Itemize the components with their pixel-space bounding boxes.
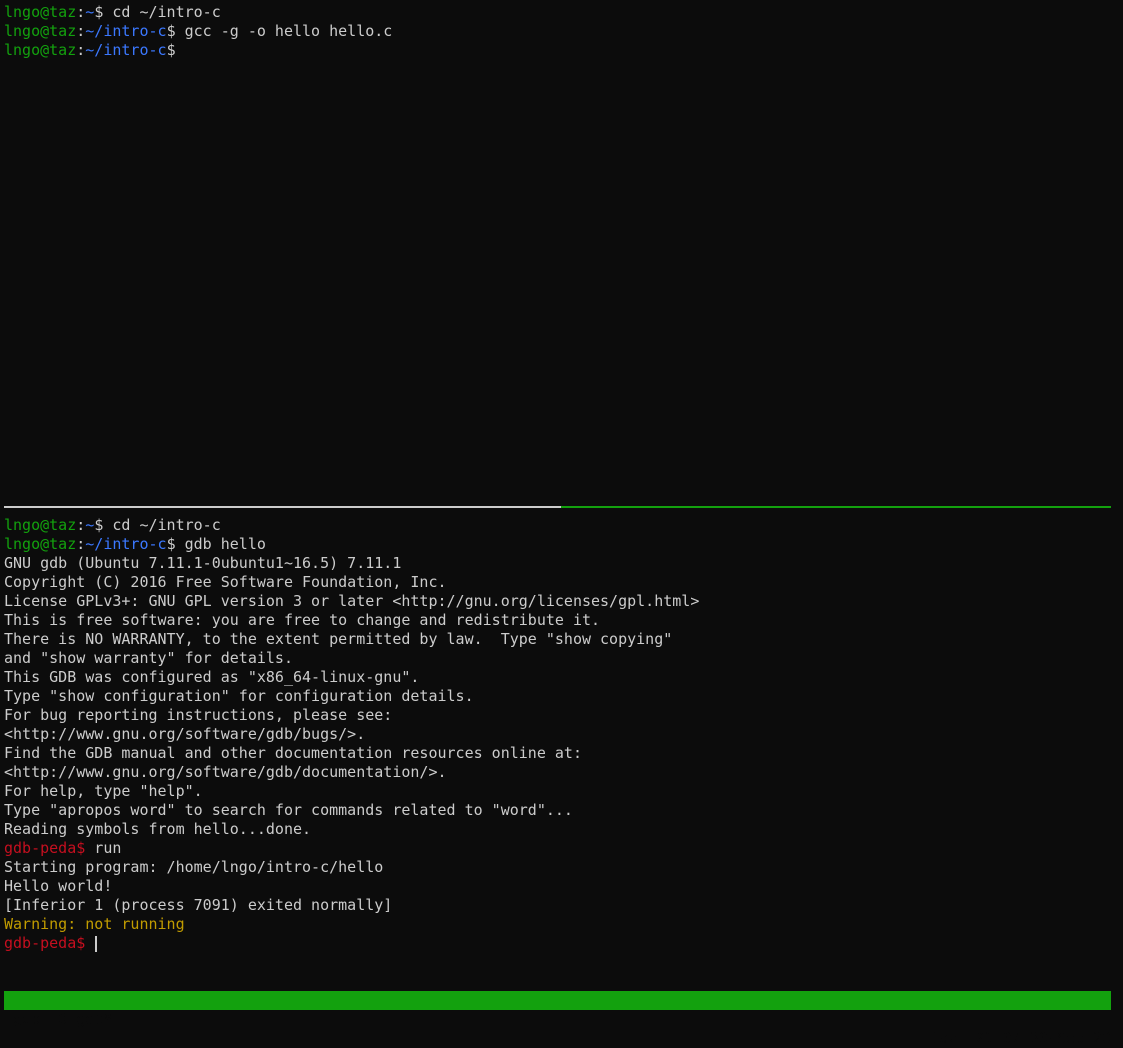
terminal-line: Find the GDB manual and other documentat… (4, 744, 1111, 763)
terminal-text-segment: Find the GDB manual and other documentat… (4, 744, 582, 762)
terminal-text-segment: ~/intro-c (85, 41, 167, 59)
terminal-text-segment: $ gdb hello (166, 535, 266, 553)
terminal-text-segment: lngo@taz (4, 535, 77, 553)
terminal-line: lngo@taz:~$ cd ~/intro-c (4, 3, 1111, 22)
terminal-text-segment: Copyright (C) 2016 Free Software Foundat… (4, 573, 447, 591)
terminal-text-segment: ~ (85, 3, 95, 21)
terminal-text-segment: Reading symbols from hello...done. (4, 820, 312, 838)
terminal-text-segment: Type "apropos word" to search for comman… (4, 801, 573, 819)
terminal-line: <http://www.gnu.org/software/gdb/documen… (4, 763, 1111, 782)
terminal-text-segment: : (76, 3, 86, 21)
terminal-text-segment: gdb-peda$ (4, 934, 86, 952)
terminal-text-segment: : (76, 535, 86, 553)
terminal-text-segment: : (76, 516, 86, 534)
terminal-line: gdb-peda$ (4, 934, 1111, 953)
terminal-text-segment: ~/intro-c (85, 22, 167, 40)
terminal-line: Type "show configuration" for configurat… (4, 687, 1111, 706)
terminal-text-segment: Hello world! (4, 877, 113, 895)
terminal-text-segment: <http://www.gnu.org/software/gdb/bugs/>. (4, 725, 366, 743)
terminal-text-segment: and "show warranty" for details. (4, 649, 293, 667)
tmux-status-bar: [gdb] 0:gdb* "taz" 21:07 30-Sep-20 (4, 991, 1111, 1047)
terminal-text-segment: lngo@taz (4, 22, 77, 40)
terminal-text-segment: : (76, 41, 86, 59)
terminal-line: GNU gdb (Ubuntu 7.11.1-0ubuntu1~16.5) 7.… (4, 554, 1111, 573)
terminal-line: This GDB was configured as "x86_64-linux… (4, 668, 1111, 687)
terminal-line: Hello world! (4, 877, 1111, 896)
terminal-line: <http://www.gnu.org/software/gdb/bugs/>. (4, 725, 1111, 744)
terminal-text-segment: $ (166, 41, 176, 59)
bottom-terminal-pane[interactable]: lngo@taz:~$ cd ~/intro-c lngo@taz:~/intro… (4, 516, 1111, 986)
terminal-text-segment: ~/intro-c (85, 535, 167, 553)
terminal-line: lngo@taz:~$ cd ~/intro-c (4, 516, 1111, 535)
text-cursor (95, 935, 98, 952)
terminal-text-segment: lngo@taz (4, 3, 77, 21)
terminal-line: [Inferior 1 (process 7091) exited normal… (4, 896, 1111, 915)
terminal-text-segment: run (85, 839, 122, 857)
terminal-text-segment: There is NO WARRANTY, to the extent perm… (4, 630, 673, 648)
terminal-line: lngo@taz:~/intro-c$ gcc -g -o hello hell… (4, 22, 1111, 41)
terminal-text-segment: $ gcc -g -o hello hello.c (166, 22, 393, 40)
status-host-clock: "taz" 21:07 30-Sep-20 (921, 1029, 1111, 1047)
terminal-line: Reading symbols from hello...done. (4, 820, 1111, 839)
terminal-text-segment: $ cd ~/intro-c (94, 516, 221, 534)
terminal-text-segment: Warning: not running (4, 915, 185, 933)
terminal-line: For bug reporting instructions, please s… (4, 706, 1111, 725)
terminal-line: For help, type "help". (4, 782, 1111, 801)
terminal-line: lngo@taz:~/intro-c$ (4, 41, 1111, 60)
terminal-text-segment: lngo@taz (4, 516, 77, 534)
terminal-line: Type "apropos word" to search for comman… (4, 801, 1111, 820)
terminal-text-segment: ~ (85, 516, 95, 534)
terminal-text-segment: Starting program: /home/lngo/intro-c/hel… (4, 858, 384, 876)
terminal-text-segment: <http://www.gnu.org/software/gdb/documen… (4, 763, 447, 781)
terminal-text-segment: : (76, 22, 86, 40)
terminal-line: License GPLv3+: GNU GPL version 3 or lat… (4, 592, 1111, 611)
terminal-text-segment: For bug reporting instructions, please s… (4, 706, 393, 724)
terminal-line: This is free software: you are free to c… (4, 611, 1111, 630)
pane-divider-inactive[interactable] (4, 506, 561, 508)
terminal-text-segment: [Inferior 1 (process 7091) exited normal… (4, 896, 393, 914)
status-window-list[interactable]: [gdb] 0:gdb* (4, 1010, 112, 1029)
terminal-text-segment: This is free software: you are free to c… (4, 611, 601, 629)
terminal-line: gdb-peda$ run (4, 839, 1111, 858)
terminal-text-segment: License GPLv3+: GNU GPL version 3 or lat… (4, 592, 700, 610)
terminal-text-segment: $ cd ~/intro-c (94, 3, 221, 21)
terminal-text-segment: GNU gdb (Ubuntu 7.11.1-0ubuntu1~16.5) 7.… (4, 554, 402, 572)
terminal-text-segment: gdb-peda$ (4, 839, 86, 857)
terminal-text-segment: Type "show configuration" for configurat… (4, 687, 474, 705)
terminal-line: lngo@taz:~/intro-c$ gdb hello (4, 535, 1111, 554)
terminal-line: and "show warranty" for details. (4, 649, 1111, 668)
terminal-line: Starting program: /home/lngo/intro-c/hel… (4, 858, 1111, 877)
terminal-line: There is NO WARRANTY, to the extent perm… (4, 630, 1111, 649)
terminal-line: Copyright (C) 2016 Free Software Foundat… (4, 573, 1111, 592)
terminal-line: Warning: not running (4, 915, 1111, 934)
terminal-text-segment: lngo@taz (4, 41, 77, 59)
terminal-window[interactable]: { "colors": { "background": "#0c0c0c", "… (0, 0, 1123, 1047)
terminal-text-segment: This GDB was configured as "x86_64-linux… (4, 668, 420, 686)
terminal-text-segment: For help, type "help". (4, 782, 203, 800)
pane-divider-active[interactable] (561, 506, 1111, 508)
top-terminal-pane[interactable]: lngo@taz:~$ cd ~/intro-c lngo@taz:~/intro… (4, 3, 1111, 501)
